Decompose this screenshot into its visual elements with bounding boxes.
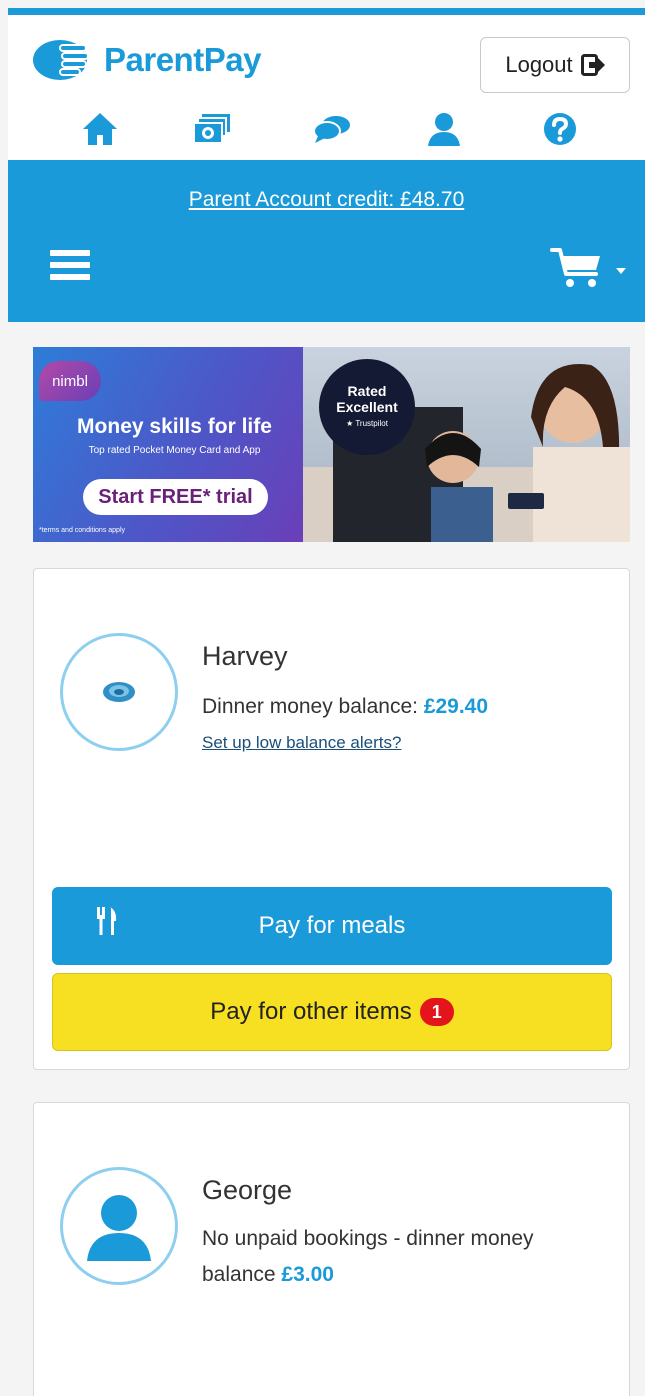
profile-icon: [428, 113, 460, 146]
parentpay-logo[interactable]: ParentPay: [32, 37, 261, 83]
home-icon: [83, 113, 117, 145]
nimbl-logo: nimbl: [39, 361, 101, 401]
logout-label: Logout: [505, 52, 573, 77]
child-name: George: [202, 1175, 293, 1205]
shopping-cart-icon: [550, 248, 600, 287]
payments-icon: [193, 114, 230, 144]
page: ParentPay Logout Parent Account credit: …: [8, 8, 645, 1396]
logout-icon: [580, 54, 605, 76]
advert-text-panel: nimbl Money skills for life Top rated Po…: [33, 347, 303, 542]
rated-label: Rated: [347, 383, 387, 399]
start-trial-button[interactable]: Start FREE* trial: [83, 479, 268, 515]
brand-name: ParentPay: [104, 41, 261, 78]
child-avatar[interactable]: [60, 633, 178, 751]
parentpay-hand-icon: [33, 40, 89, 80]
child-card-harvey: Harvey Dinner money balance: £29.40 Set …: [33, 568, 630, 1070]
menu-line: [50, 250, 90, 256]
pay-for-meals-label: Pay for meals: [258, 912, 406, 939]
child-card-george: George No unpaid bookings - dinner money…: [33, 1102, 630, 1396]
menu-line: [50, 274, 90, 280]
child-avatar[interactable]: [60, 1167, 178, 1285]
excellent-label: Excellent: [336, 399, 398, 415]
advert-subline: Top rated Pocket Money Card and App: [88, 445, 261, 456]
person-icon: [87, 1195, 151, 1261]
low-balance-alerts-link[interactable]: Set up low balance alerts?: [202, 733, 401, 753]
menu-line: [50, 262, 90, 268]
fork-knife-icon: [97, 907, 117, 935]
account-bar: Parent Account credit: £48.70: [8, 160, 645, 322]
header: ParentPay Logout: [8, 15, 645, 160]
nav-messages[interactable]: [310, 107, 354, 151]
help-icon: [544, 113, 576, 145]
nav-home[interactable]: [78, 107, 122, 151]
advert-terms: *terms and conditions apply: [39, 527, 125, 534]
advert-photo: Rated Excellent ★ Trustpilot: [303, 347, 630, 542]
nimbl-advert-banner[interactable]: nimbl Money skills for life Top rated Po…: [33, 347, 630, 542]
trustpilot-label: ★ Trustpilot: [346, 419, 388, 428]
nav-help[interactable]: [538, 107, 582, 151]
messages-icon: [313, 116, 350, 143]
dinner-balance-line: No unpaid bookings - dinner money balanc…: [202, 1221, 602, 1293]
dinner-balance-line: Dinner money balance: £29.40: [202, 689, 602, 725]
menu-button[interactable]: [50, 250, 90, 284]
nav-profile[interactable]: [422, 107, 466, 151]
balance-amount: £3.00: [281, 1263, 334, 1286]
account-credit-link[interactable]: Parent Account credit: £48.70: [8, 188, 645, 212]
pay-for-other-items-label: Pay for other items: [210, 998, 412, 1025]
unpaid-items-badge: 1: [419, 998, 454, 1026]
balance-amount: £29.40: [423, 695, 489, 718]
logout-button[interactable]: Logout: [480, 37, 630, 93]
pay-for-meals-button[interactable]: Pay for meals: [52, 887, 612, 965]
chevron-down-icon: [616, 268, 626, 274]
advert-headline: Money skills for life: [77, 415, 272, 438]
pay-for-other-items-button[interactable]: Pay for other items 1: [52, 973, 612, 1051]
balance-label: Dinner money balance:: [202, 695, 418, 718]
child-name: Harvey: [202, 641, 288, 671]
nav-icon-row: [8, 107, 645, 151]
child-photo-icon: [103, 682, 135, 702]
trustpilot-rating-badge: Rated Excellent ★ Trustpilot: [319, 359, 415, 455]
basket-dropdown[interactable]: [550, 246, 630, 290]
top-stripe: [8, 8, 645, 15]
balance-label: No unpaid bookings - dinner money balanc…: [202, 1227, 534, 1286]
nav-payments[interactable]: [190, 107, 234, 151]
